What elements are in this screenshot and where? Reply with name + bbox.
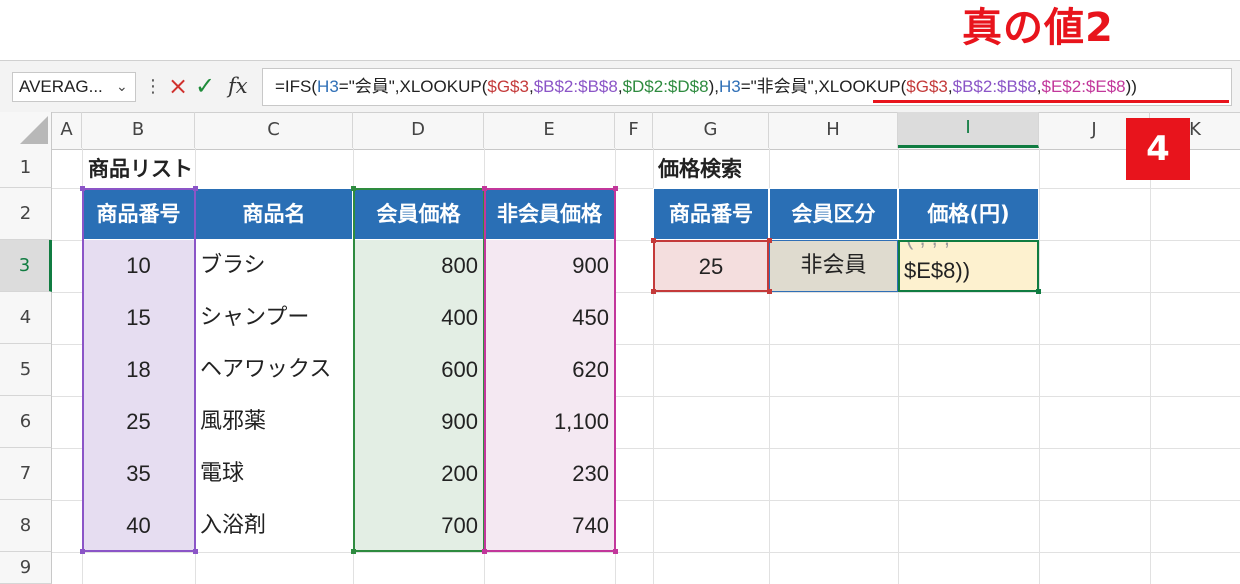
formula-ref: H3 (317, 77, 339, 96)
row-header-2[interactable]: 2 (0, 188, 52, 240)
gridline (615, 148, 616, 584)
row-header-6[interactable]: 6 (0, 396, 52, 448)
search-member-type-cell[interactable]: 非会員 (769, 240, 898, 292)
header-product-name[interactable]: 商品名 (195, 188, 353, 240)
gridline (1039, 148, 1040, 584)
formula-part: =IFS( (275, 77, 318, 96)
cancel-icon[interactable]: × (168, 70, 188, 102)
cell-product-name[interactable]: 電球 (195, 448, 353, 500)
search-price-cell[interactable]: ( , , , $E$8)) (898, 240, 1039, 292)
formula-part: )) (1125, 77, 1137, 96)
price-cell-text: $E$8)) (904, 258, 971, 283)
formula-part: ), (708, 77, 719, 96)
formula-ref: $G$3 (906, 77, 948, 96)
header-nonmember-price[interactable]: 非会員価格 (484, 188, 615, 240)
cell-product-name[interactable]: 風邪薬 (195, 396, 353, 448)
column-header-c[interactable]: C (195, 112, 353, 148)
range-handle[interactable] (193, 549, 198, 554)
header-product-no[interactable]: 商品番号 (82, 188, 195, 240)
formula-part: ="会員",XLOOKUP( (338, 77, 488, 96)
range-handle[interactable] (80, 549, 85, 554)
cell-member-price[interactable]: 900 (353, 396, 484, 448)
enter-icon[interactable]: ✓ (195, 70, 215, 102)
range-handle[interactable] (193, 186, 198, 191)
formula-ref: H3 (718, 77, 741, 96)
formula-part: ="非会員", (740, 77, 819, 96)
range-handle[interactable] (767, 238, 772, 243)
cell-product-no[interactable]: 40 (82, 500, 195, 552)
chevron-down-icon[interactable]: ⌄ (116, 72, 128, 102)
row-header-1[interactable]: 1 (0, 148, 52, 188)
row-header-3[interactable]: 3 (0, 240, 52, 292)
fill-handle[interactable] (1036, 289, 1041, 294)
cell-member-price[interactable]: 600 (353, 344, 484, 396)
insert-function-icon[interactable]: fx (228, 70, 248, 102)
range-handle[interactable] (351, 549, 356, 554)
cell-member-price[interactable]: 200 (353, 448, 484, 500)
cell-product-no[interactable]: 10 (82, 240, 195, 292)
search-product-no-cell[interactable]: 25 (653, 240, 769, 292)
cell-nonmember-price[interactable]: 450 (484, 292, 615, 344)
formula-ref: $B$2:$B$8 (952, 77, 1037, 96)
range-handle[interactable] (613, 186, 618, 191)
row-header-5[interactable]: 5 (0, 344, 52, 396)
cell-nonmember-price[interactable]: 230 (484, 448, 615, 500)
row-header-8[interactable]: 8 (0, 500, 52, 552)
cell-nonmember-price[interactable]: 900 (484, 240, 615, 292)
cell-product-name[interactable]: 入浴剤 (195, 500, 353, 552)
row-header-7[interactable]: 7 (0, 448, 52, 500)
cell-nonmember-price[interactable]: 1,100 (484, 396, 615, 448)
formula-ref: $E$2:$E$8 (1041, 77, 1126, 96)
formula-ref: $B$2:$B$8 (533, 77, 618, 96)
header-member-price[interactable]: 会員価格 (353, 188, 484, 240)
price-cell-overflow-text: ( , , , (906, 242, 950, 250)
select-all-icon (20, 116, 48, 144)
more-options-icon[interactable]: ⋮ (144, 72, 162, 102)
cell-nonmember-price[interactable]: 620 (484, 344, 615, 396)
cell-product-name[interactable]: シャンプー (195, 292, 353, 344)
column-header-i[interactable]: I (898, 112, 1039, 148)
search-header-product-no[interactable]: 商品番号 (653, 188, 769, 240)
gridline (52, 552, 1240, 553)
cell-member-price[interactable]: 800 (353, 240, 484, 292)
cell-member-price[interactable]: 400 (353, 292, 484, 344)
column-header-h[interactable]: H (769, 112, 898, 148)
step-badge: 4 (1126, 118, 1190, 180)
gridline (1150, 148, 1151, 584)
row-header-9[interactable]: 9 (0, 552, 52, 584)
cell-nonmember-price[interactable]: 740 (484, 500, 615, 552)
row-header-4[interactable]: 4 (0, 292, 52, 344)
range-handle[interactable] (767, 289, 772, 294)
column-header-f[interactable]: F (615, 112, 653, 148)
formula-ref: $G$3 (487, 77, 529, 96)
formula-part: XLOOKUP( (818, 77, 907, 96)
product-list-title: 商品リスト (88, 157, 193, 181)
cell-product-no[interactable]: 25 (82, 396, 195, 448)
range-handle[interactable] (651, 238, 656, 243)
cell-product-no[interactable]: 18 (82, 344, 195, 396)
formula-highlight-underline (873, 100, 1229, 103)
cell-product-no[interactable]: 35 (82, 448, 195, 500)
search-header-member-type[interactable]: 会員区分 (769, 188, 898, 240)
price-search-title: 価格検索 (658, 157, 742, 181)
column-header-b[interactable]: B (82, 112, 195, 148)
column-header-d[interactable]: D (353, 112, 484, 148)
cell-product-name[interactable]: ヘアワックス (195, 344, 353, 396)
cell-product-name[interactable]: ブラシ (195, 240, 353, 292)
column-header-e[interactable]: E (484, 112, 615, 148)
range-handle[interactable] (613, 549, 618, 554)
cell-member-price[interactable]: 700 (353, 500, 484, 552)
range-handle[interactable] (80, 186, 85, 191)
range-handle[interactable] (351, 186, 356, 191)
annotation-caption: 真の値2 (962, 5, 1114, 51)
cell-product-no[interactable]: 15 (82, 292, 195, 344)
range-handle[interactable] (482, 549, 487, 554)
formula-ref: $D$2:$D$8 (622, 77, 709, 96)
column-header-a[interactable]: A (52, 112, 82, 148)
search-header-price[interactable]: 価格(円) (898, 188, 1039, 240)
range-handle[interactable] (482, 186, 487, 191)
column-header-g[interactable]: G (653, 112, 769, 148)
range-handle[interactable] (651, 289, 656, 294)
